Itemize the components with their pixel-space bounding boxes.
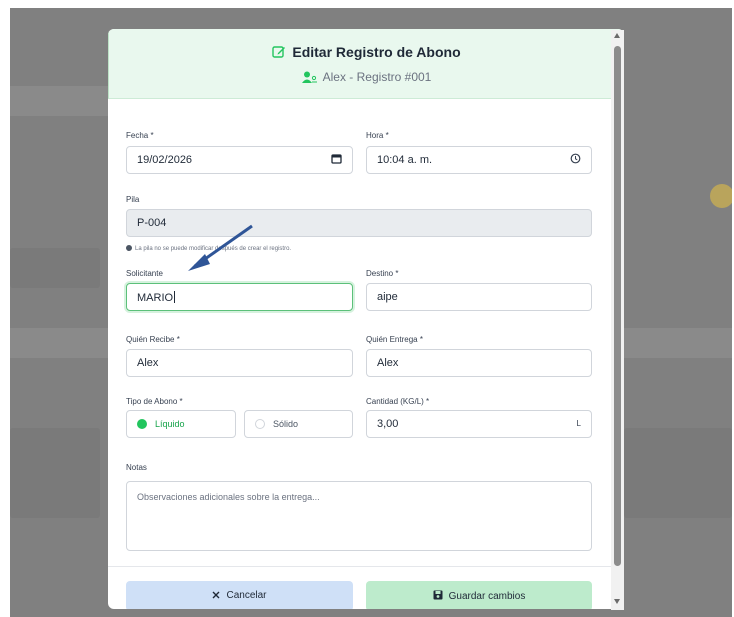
solicitante-value: MARIO <box>137 292 174 304</box>
background-blur-table <box>10 428 100 518</box>
scroll-up-icon[interactable] <box>614 33 620 38</box>
quien-entrega-label: Quién Entrega * <box>366 335 423 344</box>
pila-input: P-004 <box>126 209 592 237</box>
radio-selected-icon <box>137 419 147 429</box>
edit-icon <box>272 45 286 62</box>
radio-liquido[interactable]: Líquido <box>126 410 236 438</box>
quien-recibe-label: Quién Recibe * <box>126 335 180 344</box>
modal-header: Editar Registro de Abono Alex - Registro… <box>108 29 624 99</box>
close-icon <box>212 591 220 602</box>
fecha-value: 19/02/2026 <box>137 154 193 166</box>
radio-unselected-icon <box>255 419 265 429</box>
quien-recibe-value: Alex <box>137 357 159 369</box>
destino-label: Destino * <box>366 269 399 278</box>
cantidad-input[interactable]: 3,00 L <box>366 410 592 438</box>
text-cursor <box>174 291 176 303</box>
hora-value: 10:04 a. m. <box>377 154 433 166</box>
pila-hint: La pila no se puede modificar después de… <box>126 245 291 252</box>
hora-input[interactable]: 10:04 a. m. <box>366 146 592 174</box>
pila-value: P-004 <box>137 217 167 229</box>
radio-solido[interactable]: Sólido <box>244 410 353 438</box>
background-status-dot <box>710 184 732 208</box>
notas-label: Notas <box>126 463 147 472</box>
modal-scrollbar[interactable] <box>611 30 624 610</box>
cancel-label: Cancelar <box>226 590 267 601</box>
cantidad-value: 3,00 <box>377 418 399 430</box>
cancel-button[interactable]: Cancelar <box>126 581 353 609</box>
radio-liquido-label: Líquido <box>155 419 185 429</box>
fecha-label: Fecha * <box>126 131 154 140</box>
notas-textarea[interactable]: Observaciones adicionales sobre la entre… <box>126 481 592 551</box>
save-label: Guardar cambios <box>448 591 526 602</box>
modal-subtitle-row: Alex - Registro #001 <box>109 70 624 86</box>
scroll-down-icon[interactable] <box>614 599 620 604</box>
clock-icon[interactable] <box>570 153 581 167</box>
info-icon <box>126 245 132 251</box>
pila-label: Pila <box>126 195 140 204</box>
user-group-icon <box>301 71 318 86</box>
quien-entrega-value: Alex <box>377 357 399 369</box>
background-blur-bar <box>10 86 108 116</box>
fecha-input[interactable]: 19/02/2026 <box>126 146 353 174</box>
destino-input[interactable]: aipe <box>366 283 592 311</box>
scroll-thumb[interactable] <box>614 46 621 566</box>
background-blur-block <box>10 248 100 288</box>
quien-recibe-input[interactable]: Alex <box>126 349 353 377</box>
cantidad-label: Cantidad (KG/L) * <box>366 397 430 406</box>
calendar-icon[interactable] <box>331 153 342 167</box>
solicitante-label: Solicitante <box>126 269 163 278</box>
cantidad-unit: L <box>576 419 581 428</box>
save-button[interactable]: Guardar cambios <box>366 581 592 609</box>
edit-record-modal: Editar Registro de Abono Alex - Registro… <box>108 29 624 609</box>
tipo-abono-label: Tipo de Abono * <box>126 397 183 406</box>
modal-title: Editar Registro de Abono <box>292 44 461 60</box>
hora-label: Hora * <box>366 131 389 140</box>
footer-divider <box>108 566 624 567</box>
pila-hint-text: La pila no se puede modificar después de… <box>135 246 292 252</box>
radio-solido-label: Sólido <box>273 419 299 429</box>
modal-subtitle: Alex - Registro #001 <box>322 70 432 84</box>
destino-value: aipe <box>377 291 398 303</box>
save-icon <box>433 590 443 603</box>
solicitante-input[interactable]: MARIO <box>126 283 353 311</box>
background-blur-table-right <box>624 428 732 518</box>
background-page-overlay: Editar Registro de Abono Alex - Registro… <box>10 8 732 617</box>
quien-entrega-input[interactable]: Alex <box>366 349 592 377</box>
modal-title-row: Editar Registro de Abono <box>109 44 624 62</box>
